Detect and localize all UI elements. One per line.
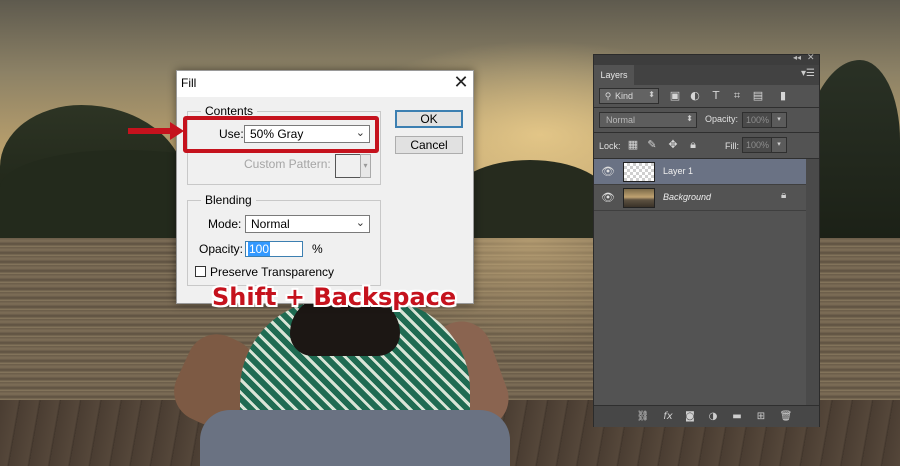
- layer-row-background[interactable]: 👁︎ Background 🔒︎: [594, 185, 806, 211]
- mode-select-value: Normal: [251, 217, 290, 231]
- blending-legend: Blending: [201, 193, 256, 207]
- person-legs: [200, 410, 510, 466]
- blend-mode-value: Normal: [606, 115, 636, 125]
- ok-button[interactable]: OK: [395, 110, 463, 128]
- tab-layers[interactable]: Layers: [594, 65, 634, 85]
- panel-header-strip: ◂◂ ✕: [594, 53, 819, 65]
- delete-layer-icon[interactable]: 🗑︎: [779, 410, 793, 424]
- opacity-input-value: 100: [248, 242, 271, 256]
- layer-opacity-label: Opacity:: [705, 114, 739, 124]
- new-layer-icon[interactable]: ⊞: [754, 410, 768, 424]
- kind-filter-value: Kind: [615, 91, 634, 101]
- lock-image-pixels-icon[interactable]: ✎: [645, 138, 659, 152]
- search-icon: ⚲: [604, 91, 612, 101]
- new-group-icon[interactable]: ▬: [730, 410, 744, 424]
- layers-scrollbar[interactable]: [806, 159, 819, 405]
- layer-fill-value: 100%: [746, 140, 770, 150]
- shape-filter-icon[interactable]: ⌗: [730, 89, 744, 103]
- chevron-down-icon: ▾: [771, 113, 786, 127]
- lock-icon: 🔒︎: [781, 190, 787, 201]
- collapse-panel-icon[interactable]: ◂◂: [793, 53, 801, 62]
- link-layers-icon[interactable]: ⛓︎: [636, 410, 650, 424]
- fx-icon[interactable]: fx: [661, 410, 675, 424]
- dialog-titlebar[interactable]: Fill ✕: [177, 71, 473, 97]
- fill-dialog: Fill ✕ Contents Use: 50% Gray ⌄ Custom P…: [176, 70, 474, 304]
- layer-row-layer-1[interactable]: 👁︎ Layer 1: [594, 159, 806, 185]
- custom-pattern-label: Custom Pattern:: [244, 157, 331, 171]
- lock-position-icon[interactable]: ✥: [666, 138, 680, 152]
- pixel-filter-icon[interactable]: ▣: [668, 89, 682, 103]
- filter-toggle-icon[interactable]: ▮: [776, 89, 790, 103]
- layer-opacity-field[interactable]: 100% ▾: [742, 112, 787, 128]
- dialog-title: Fill: [181, 76, 197, 90]
- pointer-arrow-icon: [170, 122, 184, 140]
- custom-pattern-dropdown-arrow: ▾: [360, 154, 371, 178]
- opacity-input[interactable]: 100: [245, 241, 303, 257]
- smart-object-filter-icon[interactable]: ▤: [751, 89, 765, 103]
- mode-select[interactable]: Normal ⌄: [245, 215, 370, 233]
- lock-transparent-pixels-icon[interactable]: ▦: [626, 138, 640, 152]
- layers-panel: ◂◂ ✕ Layers ▾☰ ⚲ Kind ⬍ ▣ ◐ T ⌗ ▤ ▮ Norm…: [593, 53, 820, 427]
- tree-line-middle: [450, 160, 610, 240]
- panel-tab-bar: Layers ▾☰: [594, 65, 819, 85]
- chevron-updown-icon: ⬍: [686, 114, 693, 123]
- new-adjustment-layer-icon[interactable]: ◑: [706, 410, 720, 424]
- blend-mode-select[interactable]: Normal ⬍: [599, 112, 697, 128]
- panel-menu-icon[interactable]: ▾☰: [801, 68, 815, 79]
- cancel-button[interactable]: Cancel: [395, 136, 463, 154]
- preserve-transparency-checkbox[interactable]: [195, 266, 206, 277]
- layer-fill-field[interactable]: 100% ▾: [742, 137, 787, 153]
- layer-thumbnail: [623, 188, 655, 208]
- panel-bottom-toolbar: ⛓︎ fx ◙ ◑ ▬ ⊞ 🗑︎: [594, 405, 819, 427]
- opacity-label: Opacity:: [199, 242, 244, 256]
- shortcut-caption: Shift + Backspace: [212, 283, 457, 311]
- divider: [594, 132, 819, 133]
- custom-pattern-swatch: [335, 154, 361, 178]
- layer-name[interactable]: Background: [663, 192, 711, 202]
- kind-filter-select[interactable]: ⚲ Kind ⬍: [599, 88, 659, 104]
- opacity-unit: %: [312, 242, 323, 256]
- fill-label: Fill:: [725, 141, 739, 151]
- lock-all-icon[interactable]: 🔒︎: [686, 138, 700, 152]
- eye-icon[interactable]: 👁︎: [601, 191, 615, 204]
- use-field-highlight-box: [183, 116, 379, 153]
- layer-thumbnail: [623, 162, 655, 182]
- layer-opacity-value: 100%: [746, 115, 770, 125]
- type-filter-icon[interactable]: T: [709, 89, 723, 103]
- lock-label: Lock:: [599, 141, 621, 151]
- eye-icon[interactable]: 👁︎: [601, 165, 615, 178]
- adjustment-filter-icon[interactable]: ◐: [688, 89, 702, 103]
- chevron-down-icon: ▾: [771, 138, 786, 152]
- chevron-down-icon: ⌄: [355, 217, 365, 229]
- divider: [594, 107, 819, 108]
- layer-name[interactable]: Layer 1: [663, 166, 693, 176]
- add-mask-icon[interactable]: ◙: [683, 410, 697, 424]
- pointer-arrow-shaft: [128, 128, 174, 134]
- chevron-updown-icon: ⬍: [648, 90, 655, 99]
- close-icon[interactable]: ✕: [449, 72, 473, 96]
- close-panel-icon[interactable]: ✕: [807, 53, 815, 63]
- preserve-transparency-label[interactable]: Preserve Transparency: [210, 265, 334, 279]
- mode-label: Mode:: [208, 217, 242, 231]
